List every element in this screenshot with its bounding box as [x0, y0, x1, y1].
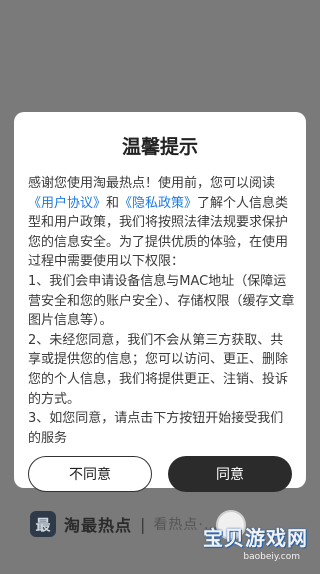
app-logo: 最 — [30, 511, 56, 537]
dialog-body: 感谢您使用淘最热点！使用前，您可以阅读《用户协议》和《隐私政策》了解个人信息类型… — [28, 174, 296, 448]
privacy-dialog: 温馨提示 感谢您使用淘最热点！使用前，您可以阅读《用户协议》和《隐私政策》了解个… — [14, 112, 306, 492]
and-text: 和 — [106, 195, 120, 211]
disagree-button[interactable]: 不同意 — [28, 456, 152, 492]
privacy-policy-link[interactable]: 《隐私政策》 — [119, 196, 197, 211]
intro-text: 感谢您使用淘最热点！使用前，您可以阅读 — [28, 176, 276, 191]
dialog-actions: 不同意 同意 — [28, 456, 292, 492]
dialog-title: 温馨提示 — [121, 136, 198, 158]
watermark-url: baobeiy.com — [243, 552, 300, 562]
watermark-title: 宝贝游戏网 — [203, 526, 308, 550]
site-watermark: 宝贝游戏网 baobeiy.com — [198, 500, 314, 570]
permission-item-3: 3、如您同意，请点击下方按钮开始接受我们的服务 — [28, 411, 284, 446]
agree-button[interactable]: 同意 — [168, 456, 292, 492]
user-agreement-link[interactable]: 《用户协议》 — [28, 196, 106, 211]
app-name: 淘最热点 — [64, 516, 133, 535]
dialog-intro: 感谢您使用淘最热点！使用前，您可以阅读《用户协议》和《隐私政策》了解个人信息类型… — [28, 174, 296, 272]
footer-separator: | — [140, 514, 146, 534]
permission-item-1: 1、我们会申请设备信息与MAC地址（保障运营安全和您的账户安全）、存储权限（缓存… — [28, 273, 295, 329]
permission-item-2: 2、未经您同意，我们不会从第三方获取、共享或提供您的信息；您可以访问、更正、删除… — [28, 332, 289, 407]
